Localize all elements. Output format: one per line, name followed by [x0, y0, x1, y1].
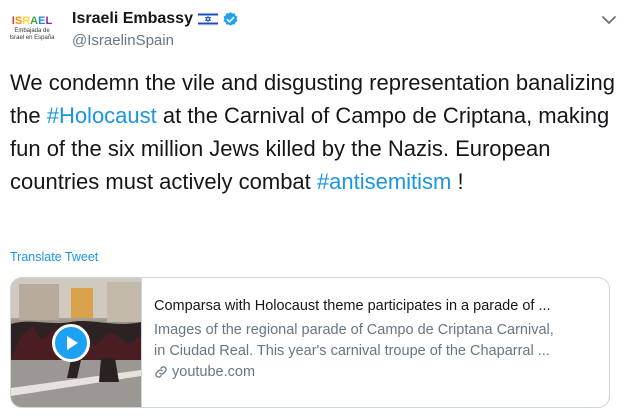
- chevron-down-icon[interactable]: [600, 14, 618, 26]
- avatar-logo-letter: S: [14, 15, 23, 27]
- link-card[interactable]: Comparsa with Holocaust theme participat…: [10, 277, 610, 408]
- card-description-line: in Ciudad Real. This year's carnival tro…: [154, 343, 550, 359]
- hashtag-link[interactable]: #Holocaust: [47, 103, 157, 128]
- israel-flag-icon: [197, 12, 218, 26]
- card-info: Comparsa with Holocaust theme participat…: [142, 278, 609, 407]
- tweet-text-segment: !: [451, 169, 464, 194]
- tweet-text: We condemn the vile and disgusting repre…: [10, 66, 622, 198]
- avatar-logo-letter: A: [30, 15, 39, 27]
- author-handle[interactable]: @IsraelinSpain: [72, 32, 174, 49]
- verified-badge-icon: [223, 11, 238, 26]
- play-icon: [67, 336, 78, 350]
- card-description: Images of the regional parade of Campo d…: [154, 320, 599, 362]
- link-icon: [155, 366, 167, 378]
- tweet: ISRAEL Embajada de Israel en España Isra…: [0, 0, 632, 420]
- card-description-line: Images of the regional parade of Campo d…: [154, 322, 554, 338]
- avatar-logo-letter: L: [45, 15, 53, 27]
- author-name-row: Israeli Embassy: [72, 8, 239, 30]
- hashtag-link[interactable]: #antisemitism: [317, 169, 451, 194]
- video-thumbnail[interactable]: [11, 278, 142, 407]
- avatar-logo: ISRAEL: [6, 15, 58, 27]
- avatar-subtitle: Embajada de Israel en España: [9, 28, 55, 41]
- translate-tweet-link[interactable]: Translate Tweet: [10, 250, 98, 264]
- card-domain-text: youtube.com: [172, 364, 256, 380]
- avatar[interactable]: ISRAEL Embajada de Israel en España: [6, 6, 58, 58]
- avatar-logo-letter: E: [38, 15, 46, 27]
- display-name[interactable]: Israeli Embassy: [72, 10, 193, 28]
- play-button[interactable]: [52, 324, 90, 362]
- card-title: Comparsa with Holocaust theme participat…: [154, 298, 551, 314]
- card-domain: youtube.com: [154, 364, 599, 380]
- avatar-logo-letter: R: [22, 15, 31, 27]
